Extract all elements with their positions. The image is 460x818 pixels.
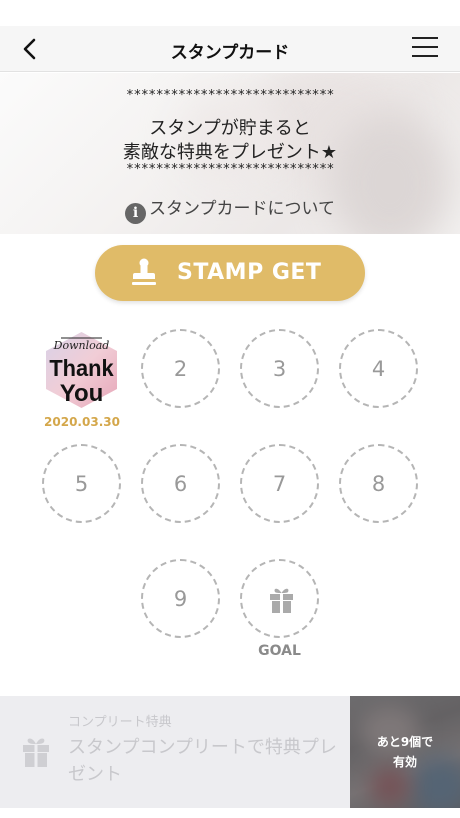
slot-number: 5 <box>74 472 89 496</box>
stamp-date: 2020.03.30 <box>44 415 120 429</box>
hamburger-menu-icon[interactable] <box>412 37 438 59</box>
promo-banner: **************************** スタンプが貯まると 素… <box>0 73 460 234</box>
gift-icon <box>270 588 293 613</box>
slot-number: 4 <box>371 357 386 381</box>
bonus-category: コンプリート特典 <box>68 715 172 730</box>
goal-label: GOAL <box>258 643 301 659</box>
info-icon: i <box>125 203 146 224</box>
stamp-slot-8: 8 <box>339 444 418 523</box>
about-stamp-card-label: スタンプカードについて <box>149 199 335 219</box>
about-stamp-card-link[interactable]: i スタンプカードについて <box>0 194 460 224</box>
stamp-slot-4: 4 <box>339 329 418 408</box>
bonus-description: スタンプコンプリートで特典プレゼント <box>68 737 337 785</box>
stamp-slot-9: 9 <box>141 559 220 638</box>
stamp-text-you: You <box>60 380 104 407</box>
slot-number: 2 <box>173 357 188 381</box>
stamp-slot-goal[interactable] <box>240 559 319 638</box>
banner-headline-1: スタンプが貯まると <box>149 118 311 139</box>
stamp-get-label: STAMP GET <box>177 260 322 285</box>
page-title: スタンプカード <box>170 43 290 63</box>
slot-number: 8 <box>371 472 386 496</box>
collected-stamp-thank-you[interactable]: Download Thank You <box>41 330 122 410</box>
app-header: スタンプカード <box>0 26 460 72</box>
slot-number: 7 <box>272 472 287 496</box>
remaining-count: あと9個で <box>376 735 434 749</box>
stamp-text-thank: Thank <box>49 355 114 381</box>
stamp-slot-6: 6 <box>141 444 220 523</box>
banner-stars-top: **************************** <box>126 88 334 103</box>
banner-headline-2: 素敵な特典をプレゼント★ <box>122 142 338 163</box>
stamp-slot-7: 7 <box>240 444 319 523</box>
stamp-slot-5: 5 <box>42 444 121 523</box>
stamp-text-download: Download <box>53 339 110 352</box>
slot-number: 6 <box>173 472 188 496</box>
stamp-slot-3: 3 <box>240 329 319 408</box>
slot-number: 3 <box>272 357 287 381</box>
remaining-status: あと9個で 有効 <box>350 696 460 808</box>
banner-stars-bottom: **************************** <box>126 162 334 177</box>
stamp-get-button[interactable]: STAMP GET <box>95 245 365 301</box>
slot-number: 9 <box>173 587 188 611</box>
gift-icon <box>23 738 49 767</box>
remaining-valid: 有効 <box>392 755 417 769</box>
stamp-icon <box>132 258 156 285</box>
stamp-slot-2: 2 <box>141 329 220 408</box>
